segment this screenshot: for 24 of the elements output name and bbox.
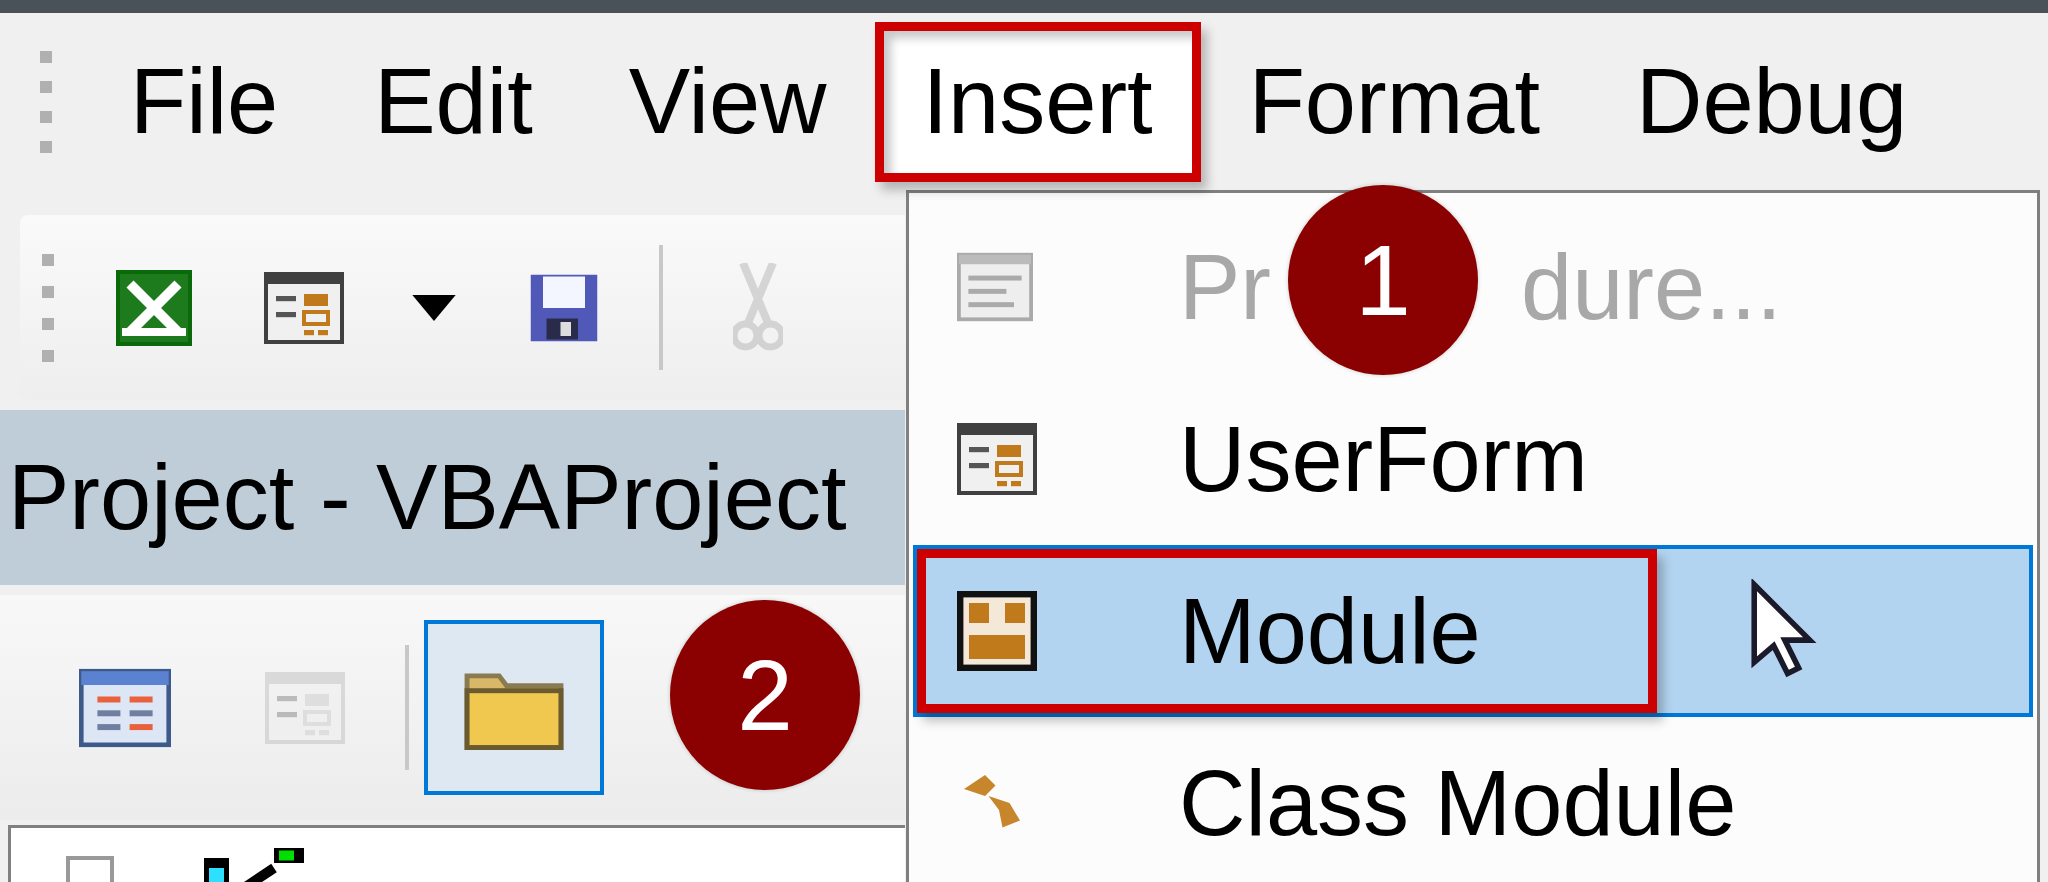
menu-item[interactable]: Insert [874, 21, 1201, 182]
scissors-icon [733, 262, 783, 353]
procedure-icon [957, 252, 1033, 322]
menu-item[interactable]: Format [1200, 21, 1588, 182]
menu-item[interactable]: File [82, 21, 327, 182]
menu-option[interactable]: UserForm [1179, 406, 1588, 512]
menu-item[interactable]: Debug [1588, 21, 1956, 182]
gripper-icon[interactable] [42, 253, 54, 362]
menu-option-label: Module [1179, 578, 1481, 684]
menu-option[interactable]: Class Module [1179, 750, 1737, 856]
module-icon [957, 591, 1037, 671]
panel-title: Project - VBAProject [0, 410, 905, 585]
spreadsheet-icon [114, 267, 194, 348]
gripper-icon[interactable] [40, 50, 52, 153]
code-window-icon [79, 667, 171, 748]
form-icon [957, 423, 1037, 495]
caret-icon [411, 294, 457, 321]
form-icon [265, 671, 345, 744]
form-icon [264, 271, 344, 344]
save-icon [529, 272, 599, 343]
menu-item[interactable]: View [580, 21, 875, 182]
menu-item[interactable]: Edit [326, 21, 581, 182]
menu-option[interactable]: Module [913, 545, 2033, 717]
toggle-button[interactable] [424, 620, 604, 795]
